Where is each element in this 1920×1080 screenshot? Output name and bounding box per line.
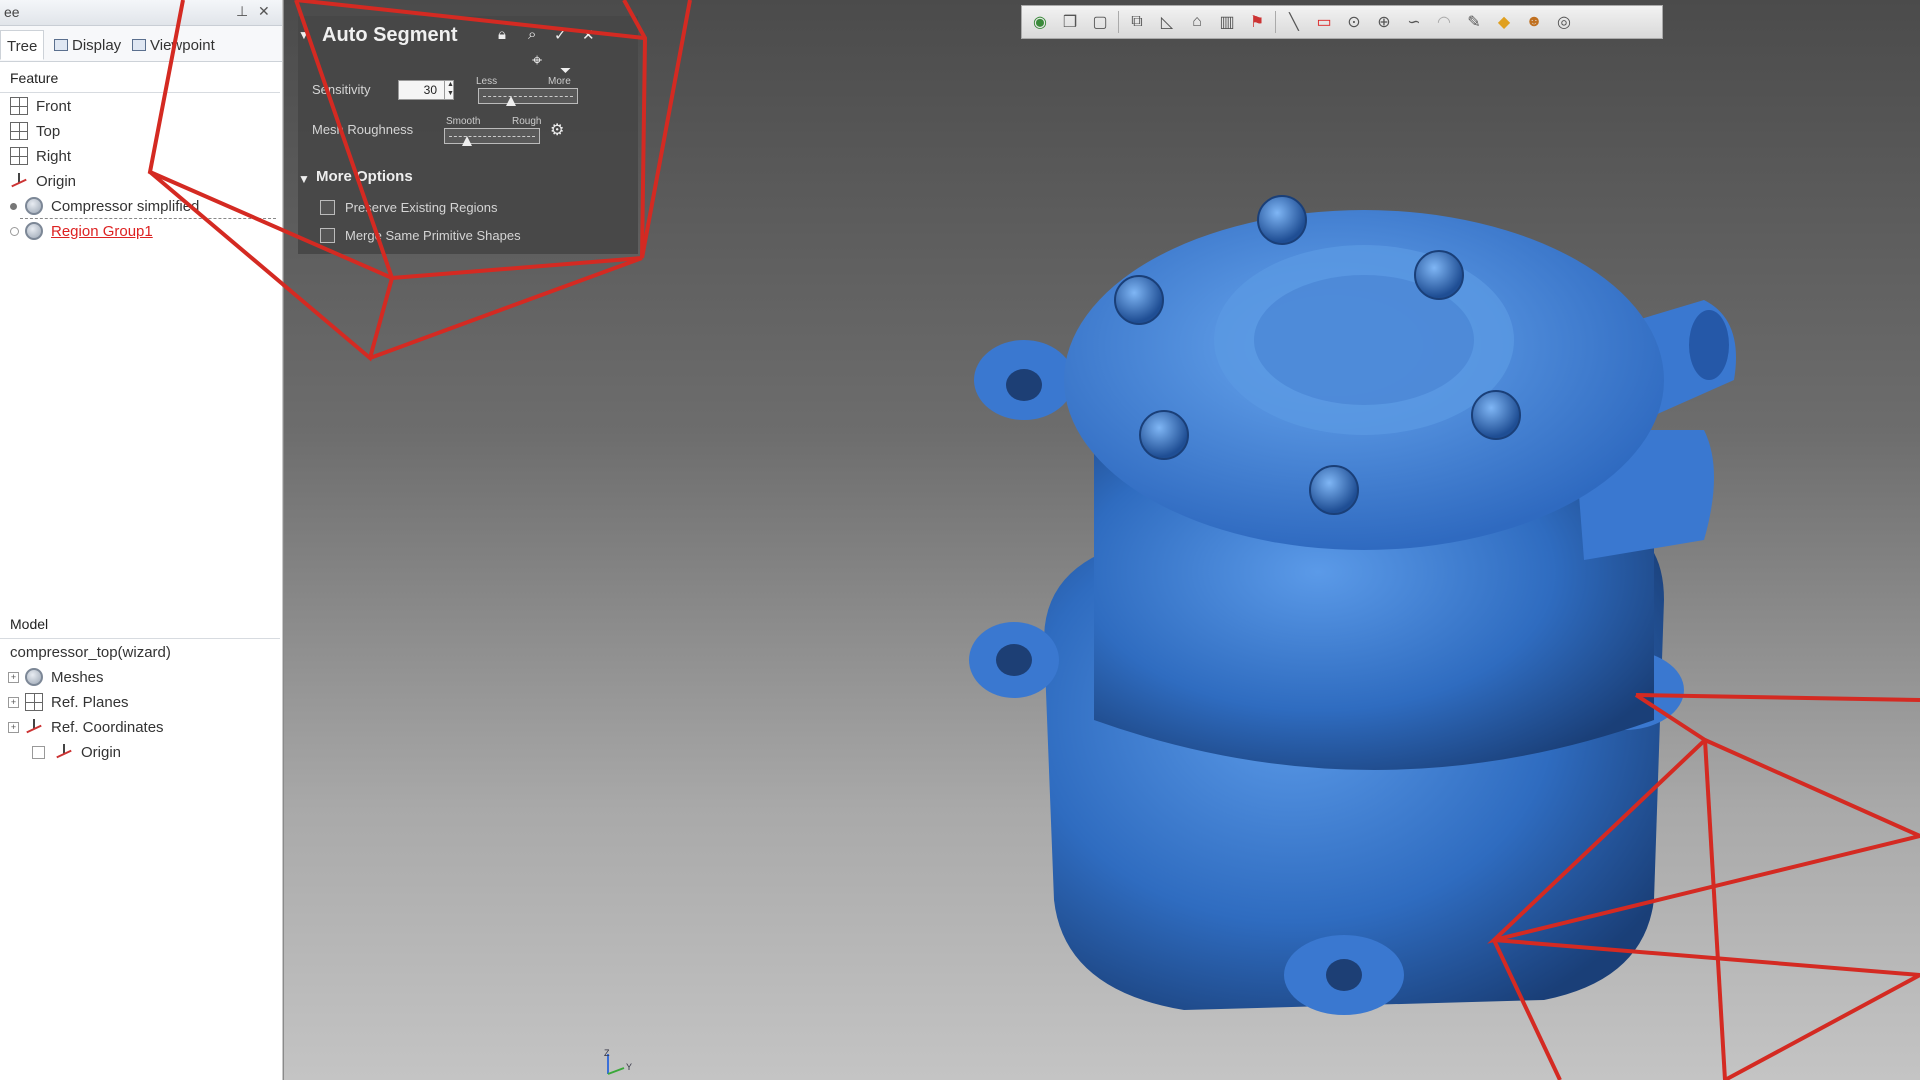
model-root-label: compressor_top(wizard)	[10, 643, 171, 661]
axis-triad-icon: Z Y	[604, 1048, 632, 1075]
display-icon	[54, 39, 68, 51]
plane-icon	[10, 97, 28, 115]
divider	[0, 92, 280, 93]
tab-display-label: Display	[72, 37, 122, 54]
expand-icon[interactable]: +	[8, 671, 19, 683]
tree-item-right[interactable]: Right	[10, 144, 71, 168]
panel-title: ee	[4, 4, 20, 20]
dashed-separator	[20, 218, 276, 219]
coordinate-axis-icon	[25, 718, 43, 736]
model-item-ref-planes[interactable]: + Ref. Planes	[8, 690, 129, 714]
plane-icon	[25, 693, 43, 711]
model-item-origin[interactable]: Origin	[32, 740, 121, 764]
expand-icon[interactable]: +	[8, 696, 19, 708]
model-root[interactable]: compressor_top(wizard)	[10, 640, 171, 664]
plane-icon	[10, 147, 28, 165]
visibility-eye-icon[interactable]	[10, 226, 19, 236]
panel-titlebar: ee ⊥ ✕	[0, 0, 282, 26]
panel-tabs: Tree Display Viewpoint	[0, 26, 282, 62]
model-item-ref-coordinates[interactable]: + Ref. Coordinates	[8, 715, 164, 739]
tree-item-label: Region Group1	[51, 222, 153, 240]
3d-viewport[interactable]: ◉ ❒ ▢ ⧉ ◺ ⌂ ▥ ⚑ ╲ ▭ ⊙ ⊕ ∽ ◠ ✎ ◆ ☻ ◎ ▼ Au…	[284, 0, 1920, 1080]
tree-item-region-group[interactable]: Region Group1	[10, 219, 153, 243]
coordinate-axis-icon	[10, 172, 28, 190]
tree-panel: ee ⊥ ✕ Tree Display Viewpoint Feature Fr…	[0, 0, 283, 1080]
model-item-label: Ref. Planes	[51, 693, 129, 711]
model-item-label: Origin	[81, 743, 122, 761]
tree-item-top[interactable]: Top	[10, 119, 60, 143]
model-item-meshes[interactable]: + Meshes	[8, 665, 104, 689]
tree-item-label: Right	[36, 147, 72, 165]
feature-header: Feature	[10, 70, 59, 86]
plane-icon	[10, 122, 28, 140]
tab-viewpoint-label: Viewpoint	[150, 37, 215, 54]
pin-icon[interactable]: ⊥	[236, 3, 248, 20]
model-header: Model	[10, 616, 49, 632]
compressor-mesh-model[interactable]	[284, 0, 1920, 1080]
coordinate-axis-icon	[55, 743, 73, 761]
tab-viewpoint[interactable]: Viewpoint	[126, 30, 221, 60]
divider	[0, 638, 280, 639]
tab-tree[interactable]: Tree	[0, 30, 45, 60]
close-icon[interactable]: ✕	[258, 3, 270, 20]
model-item-label: Ref. Coordinates	[51, 718, 164, 736]
expand-icon[interactable]: +	[8, 721, 19, 733]
tree-item-label: Origin	[36, 172, 77, 190]
tree-item-label: Compressor simplified	[51, 197, 200, 215]
tree-item-label: Front	[36, 97, 72, 115]
mesh-icon	[25, 197, 43, 215]
svg-text:Y: Y	[626, 1062, 632, 1072]
tab-display[interactable]: Display	[48, 30, 127, 60]
tab-tree-label: Tree	[7, 38, 38, 55]
tree-item-label: Top	[36, 122, 61, 140]
svg-text:Z: Z	[604, 1048, 610, 1058]
visibility-dot-icon[interactable]	[10, 202, 17, 210]
mesh-icon	[25, 668, 43, 686]
tree-item-compressor[interactable]: Compressor simplified	[10, 194, 199, 218]
tree-item-origin[interactable]: Origin	[10, 169, 76, 193]
viewpoint-icon	[132, 39, 146, 51]
region-group-icon	[25, 222, 43, 240]
model-item-label: Meshes	[51, 668, 104, 686]
visibility-checkbox[interactable]	[32, 745, 45, 759]
tree-item-front[interactable]: Front	[10, 94, 71, 118]
